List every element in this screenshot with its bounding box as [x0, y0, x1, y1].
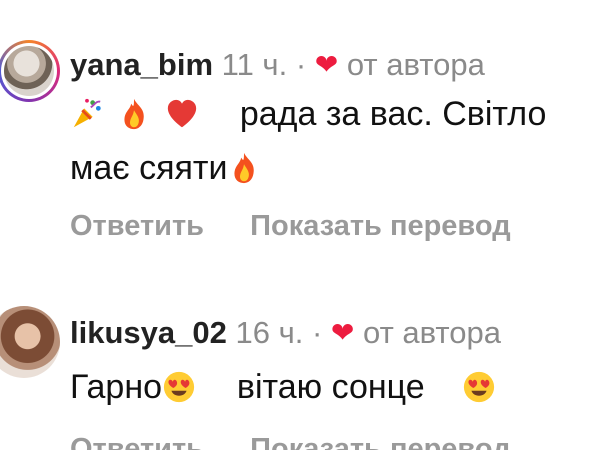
comment-text-continued: вітаю сонце	[236, 368, 425, 406]
liked-by-author-text: от автора	[363, 315, 501, 350]
smiling-face-heart-eyes-icon	[163, 371, 195, 403]
comment-actions: Ответить Показать перевод	[70, 209, 511, 243]
liked-by-author-text: от автора	[346, 47, 485, 82]
fire-icon	[124, 98, 145, 130]
comment-text: рада за вас. Світло	[239, 95, 547, 133]
red-heart-icon: ❤	[314, 49, 339, 80]
comment-header: likusya_02 16 ч. · ❤ от автора	[70, 315, 501, 352]
comment-time: 11 ч.	[221, 47, 288, 82]
profile-photo	[4, 46, 54, 96]
comment-text-line-2: має сяяти	[70, 146, 265, 190]
comment-text-continued: має сяяти	[70, 149, 228, 187]
comment-time: 16 ч.	[235, 315, 304, 350]
fire-icon	[234, 152, 255, 184]
smiling-face-heart-eyes-icon	[463, 371, 494, 403]
comment-thread: yana_bim 11 ч. · ❤ от автора рада за вас…	[0, 0, 600, 450]
comment-text: Гарно	[70, 368, 163, 406]
comment-username[interactable]: yana_bim	[70, 47, 213, 82]
reply-button[interactable]: Ответить	[70, 210, 204, 242]
separator: ·	[311, 315, 323, 350]
show-translation-button[interactable]: Показать перевод	[250, 433, 510, 450]
avatar[interactable]	[0, 40, 60, 102]
reply-button[interactable]: Ответить	[70, 433, 204, 450]
show-translation-button[interactable]: Показать перевод	[250, 210, 510, 242]
red-heart-icon: ❤	[330, 317, 355, 348]
red-heart-icon	[167, 99, 197, 128]
comment-username[interactable]: likusya_02	[70, 315, 227, 350]
comment-header: yana_bim 11 ч. · ❤ от автора	[70, 47, 485, 84]
party-popper-icon	[73, 98, 101, 128]
separator: ·	[295, 47, 307, 82]
avatar[interactable]	[0, 306, 60, 378]
comment-text-line-1: Гарно вітаю сонце	[70, 365, 500, 409]
comment-actions: Ответить Показать перевод	[70, 432, 511, 450]
comment-text-line-1: рада за вас. Світло	[70, 92, 546, 136]
